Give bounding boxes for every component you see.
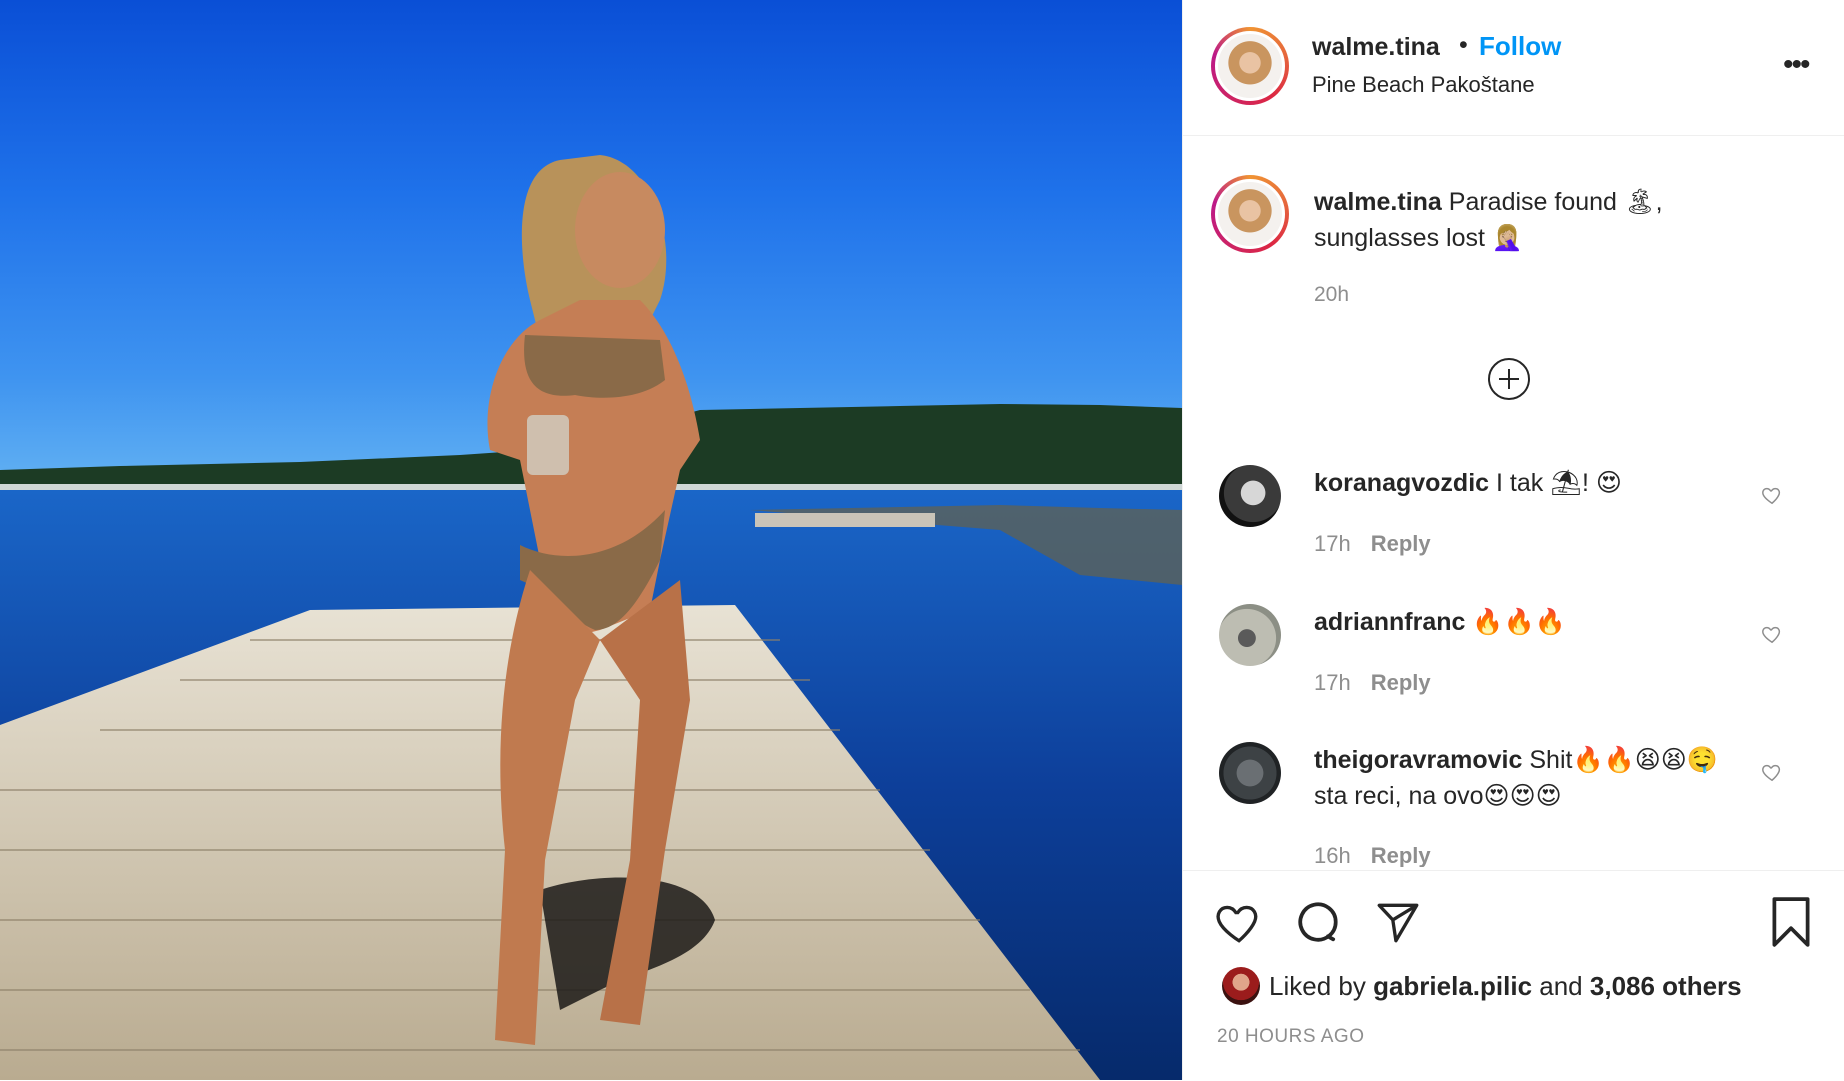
post-side-panel: walme.tina • Follow Pine Beach Pakoštane…: [1182, 0, 1844, 1080]
more-options-icon[interactable]: •••: [1783, 48, 1810, 82]
likes-prefix: Liked by: [1269, 971, 1366, 1001]
liker-username[interactable]: gabriela.pilic: [1373, 971, 1532, 1001]
comment-bubble-icon[interactable]: [1293, 897, 1343, 947]
comment-text-block: theigoravramovic Shit🔥🔥😫😫🤤 sta reci, na …: [1314, 742, 1734, 814]
comment-time[interactable]: 17h: [1314, 670, 1351, 695]
caption-avatar[interactable]: [1211, 175, 1289, 253]
post-header: walme.tina • Follow Pine Beach Pakoštane…: [1183, 0, 1844, 136]
comment-meta: 17h Reply: [1314, 531, 1431, 557]
reply-button[interactable]: Reply: [1371, 670, 1431, 695]
photo-illustration: [0, 155, 1182, 1080]
liker-avatar[interactable]: [1222, 967, 1260, 1005]
comment-time[interactable]: 17h: [1314, 531, 1351, 556]
author-username[interactable]: walme.tina: [1312, 33, 1440, 62]
comment-text-block: koranagvozdic I tak ⛱! 😍: [1314, 465, 1734, 501]
follow-button[interactable]: Follow: [1479, 31, 1561, 62]
commenter-avatar[interactable]: [1219, 465, 1281, 527]
reply-button[interactable]: Reply: [1371, 531, 1431, 556]
location-link[interactable]: Pine Beach Pakoštane: [1312, 72, 1535, 98]
likes-summary: Liked by gabriela.pilic and 3,086 others: [1269, 971, 1742, 1002]
load-more-comments-icon[interactable]: [1488, 358, 1530, 400]
comment-meta: 17h Reply: [1314, 670, 1431, 696]
post-timestamp[interactable]: 20 HOURS AGO: [1217, 1026, 1365, 1048]
caption-username[interactable]: walme.tina: [1314, 188, 1442, 216]
likes-count-link[interactable]: 3,086 others: [1590, 971, 1742, 1001]
likes-middle: and: [1539, 971, 1583, 1001]
separator-dot: •: [1459, 31, 1468, 59]
caption-timestamp[interactable]: 20h: [1314, 283, 1349, 307]
reply-button[interactable]: Reply: [1371, 843, 1431, 867]
save-bookmark-icon[interactable]: [1766, 895, 1816, 949]
like-heart-icon[interactable]: [1214, 897, 1264, 947]
comment-username[interactable]: adriannfranc: [1314, 608, 1465, 636]
post-photo[interactable]: [0, 0, 1182, 1080]
share-paper-plane-icon[interactable]: [1373, 897, 1423, 947]
comment-like-heart-icon[interactable]: [1761, 761, 1783, 783]
commenter-avatar[interactable]: [1219, 604, 1281, 666]
comment-meta: 16h Reply: [1314, 843, 1431, 867]
comment-like-heart-icon[interactable]: [1761, 484, 1783, 506]
caption-text-block: walme.tina Paradise found 🏝, sunglasses …: [1314, 184, 1734, 256]
comment-username[interactable]: theigoravramovic: [1314, 746, 1522, 774]
commenter-avatar[interactable]: [1219, 742, 1281, 804]
author-avatar[interactable]: [1211, 27, 1289, 105]
comment-username[interactable]: koranagvozdic: [1314, 469, 1489, 497]
post-actions: Liked by gabriela.pilic and 3,086 others…: [1183, 870, 1844, 1081]
comment-text: I tak ⛱! 😍: [1496, 469, 1622, 497]
comment-text: 🔥🔥🔥: [1472, 608, 1566, 636]
comment-like-heart-icon[interactable]: [1761, 623, 1783, 645]
comment-time[interactable]: 16h: [1314, 843, 1351, 867]
instagram-post: walme.tina • Follow Pine Beach Pakoštane…: [0, 0, 1844, 1080]
comment-text-block: adriannfranc 🔥🔥🔥: [1314, 604, 1734, 640]
